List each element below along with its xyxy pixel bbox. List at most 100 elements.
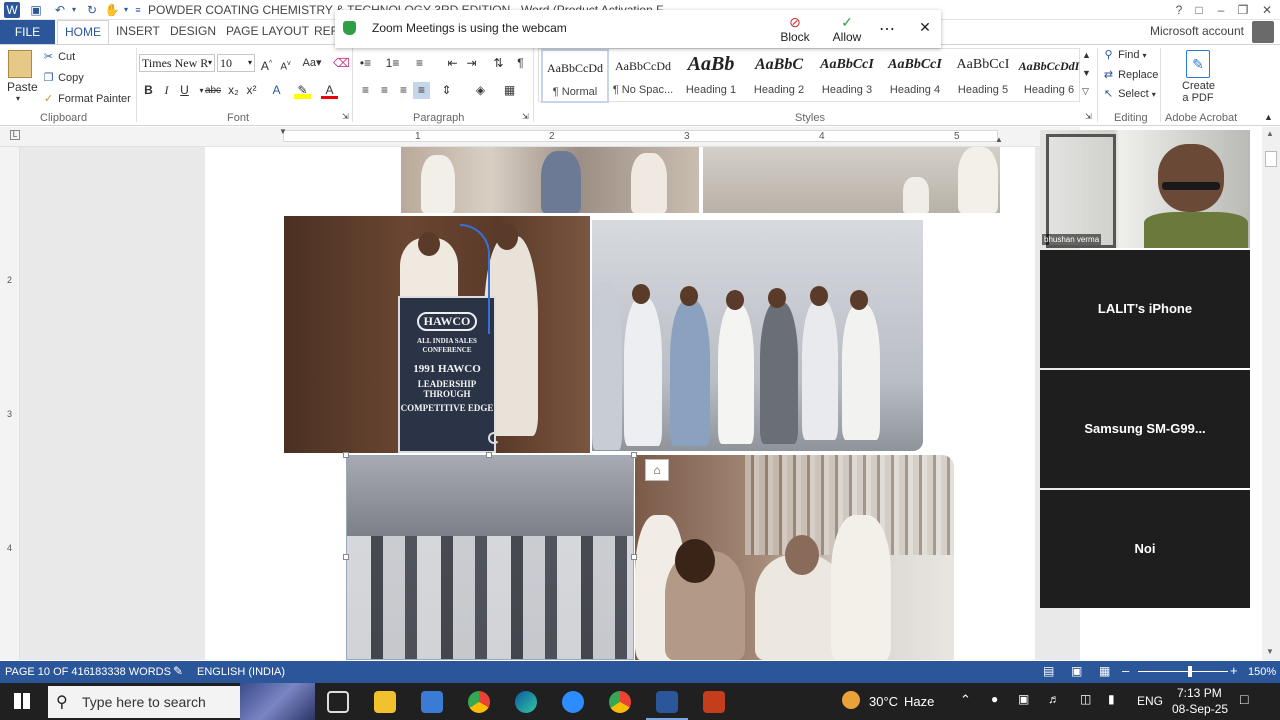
style-heading-4[interactable]: AaBbCcI Heading 4 xyxy=(881,49,949,103)
font-color-icon[interactable]: A xyxy=(321,82,338,99)
tab-selector-icon[interactable]: L xyxy=(10,130,20,140)
paste-button[interactable]: Paste xyxy=(7,80,38,94)
grow-font-icon[interactable]: A^ xyxy=(258,55,275,73)
style-heading-1[interactable]: AaBb Heading 1 xyxy=(677,49,745,103)
chrome-icon[interactable] xyxy=(609,691,631,713)
account-name[interactable]: Microsoft account xyxy=(1150,24,1244,38)
bullets-icon[interactable]: •≡ xyxy=(357,55,374,72)
scroll-down-icon[interactable]: ▼ xyxy=(1266,647,1274,656)
chevron-down-icon[interactable]: ▾ xyxy=(248,55,252,71)
align-center-icon[interactable]: ≡ xyxy=(376,82,393,99)
style-heading-5[interactable]: AaBbCcI Heading 5 xyxy=(949,49,1017,103)
page-count[interactable]: PAGE 10 OF 416 xyxy=(5,666,90,678)
tab-insert[interactable]: INSERT xyxy=(116,24,160,38)
highlight-icon[interactable]: ✎ xyxy=(294,82,311,99)
shading-icon[interactable]: ◈ xyxy=(472,82,489,99)
style-heading-3[interactable]: AaBbCcI Heading 3 xyxy=(813,49,881,103)
collapse-ribbon-icon[interactable]: ▲ xyxy=(1264,112,1273,122)
change-case-icon[interactable]: Aa▾ xyxy=(300,55,324,72)
select-button[interactable]: ↖ Select ▾ xyxy=(1102,87,1156,100)
styles-scroll-up-icon[interactable]: ▲ xyxy=(1082,50,1091,60)
increase-indent-icon[interactable]: ⇥ xyxy=(463,55,480,72)
photo-outdoor-top-right[interactable] xyxy=(703,147,1000,213)
zoom-slider[interactable] xyxy=(1138,666,1228,677)
search-highlight-image[interactable] xyxy=(240,683,315,720)
weather-condition[interactable]: Haze xyxy=(904,694,934,709)
photo-audience-left[interactable] xyxy=(346,455,634,660)
strikethrough-button[interactable]: abc xyxy=(203,82,223,99)
text-effects-icon[interactable]: A xyxy=(268,82,285,99)
line-spacing-icon[interactable]: ⇕ xyxy=(438,82,455,99)
restore-button[interactable]: ❐ xyxy=(1232,0,1254,20)
word-app-icon[interactable] xyxy=(656,691,678,713)
font-dialog-launcher-icon[interactable]: ⇲ xyxy=(342,112,349,121)
clock-date[interactable]: 08-Sep-25 xyxy=(1172,702,1228,716)
block-button[interactable]: ⊘ Block xyxy=(771,14,819,44)
layout-options-icon[interactable]: ⌂ xyxy=(645,459,669,481)
style-heading-2[interactable]: AaBbC Heading 2 xyxy=(745,49,813,103)
zoom-level[interactable]: 150% xyxy=(1248,666,1276,678)
edge-icon[interactable] xyxy=(515,691,537,713)
zoom-in-icon[interactable]: + xyxy=(1230,663,1238,678)
minimize-button[interactable]: – xyxy=(1210,0,1232,20)
format-painter-button[interactable]: ✓ Format Painter xyxy=(42,92,131,105)
font-size-combo[interactable]: 10 ▾ xyxy=(217,54,255,72)
selection-handle[interactable] xyxy=(486,452,492,458)
photo-meeting-top-left[interactable] xyxy=(401,147,699,213)
document-area[interactable]: HAWCO ALL INDIA SALES CONFERENCE 1991 HA… xyxy=(20,147,1080,660)
scroll-up-icon[interactable]: ▲ xyxy=(1266,129,1274,138)
print-layout-icon[interactable]: ▣ xyxy=(1071,664,1082,678)
battery-icon[interactable]: ▮ xyxy=(1108,692,1115,706)
tab-design[interactable]: DESIGN xyxy=(170,24,216,38)
vertical-scrollbar[interactable]: ▲ ▼ xyxy=(1262,127,1280,660)
allow-button[interactable]: ✓ Allow xyxy=(823,14,871,44)
powerpoint-app-icon[interactable] xyxy=(703,691,725,713)
font-family-combo[interactable]: Times New R ▾ xyxy=(139,54,215,72)
style-no-spacing[interactable]: AaBbCcDd ¶ No Spac... xyxy=(609,49,677,103)
bold-button[interactable]: B xyxy=(140,82,157,99)
paste-icon[interactable] xyxy=(8,50,32,78)
find-button[interactable]: ⚲ Find ▾ xyxy=(1102,48,1146,61)
zoom-app-icon[interactable] xyxy=(562,691,584,713)
right-indent-marker-icon[interactable]: ▲ xyxy=(995,135,1003,144)
windows-start-icon[interactable] xyxy=(14,693,30,709)
sort-icon[interactable]: ⇅ xyxy=(490,55,507,72)
web-layout-icon[interactable]: ▦ xyxy=(1099,664,1110,678)
microphone-icon[interactable]: ● xyxy=(991,692,998,706)
cut-button[interactable]: ✂ Cut xyxy=(42,50,75,63)
help-icon[interactable]: ? xyxy=(1168,0,1190,20)
file-explorer-icon[interactable] xyxy=(374,691,396,713)
ribbon-display-icon[interactable]: □ xyxy=(1188,0,1210,20)
paste-dropdown-icon[interactable]: ▾ xyxy=(16,94,20,103)
superscript-button[interactable]: x² xyxy=(243,82,260,99)
undo-dropdown-icon[interactable]: ▾ xyxy=(66,2,82,18)
selection-handle[interactable] xyxy=(631,554,637,560)
styles-scroll-down-icon[interactable]: ▼ xyxy=(1082,68,1091,78)
paragraph-dialog-launcher-icon[interactable]: ⇲ xyxy=(522,112,529,121)
indent-marker-icon[interactable]: ▼ xyxy=(279,127,287,136)
shrink-font-icon[interactable]: Av xyxy=(277,55,294,72)
close-button[interactable]: ✕ xyxy=(1256,0,1278,20)
participant-tile[interactable]: Noi xyxy=(1040,490,1250,608)
styles-more-icon[interactable]: ▽ xyxy=(1082,86,1089,97)
photo-audience-library[interactable]: ⌂ xyxy=(635,455,954,660)
subscript-button[interactable]: x₂ xyxy=(225,82,242,99)
language-status[interactable]: ENGLISH (INDIA) xyxy=(197,666,285,678)
customize-qat-icon[interactable]: ≡ xyxy=(130,2,146,18)
read-mode-icon[interactable]: ▤ xyxy=(1043,664,1054,678)
more-options-icon[interactable]: ⋯ xyxy=(875,19,899,49)
show-paragraph-marks-icon[interactable]: ¶ xyxy=(512,55,529,72)
selection-handle[interactable] xyxy=(343,452,349,458)
avatar[interactable] xyxy=(1252,21,1274,43)
tab-file[interactable]: FILE xyxy=(0,20,55,44)
photo-podium-conference[interactable]: HAWCO ALL INDIA SALES CONFERENCE 1991 HA… xyxy=(284,216,590,453)
clear-formatting-icon[interactable]: ⌫ xyxy=(333,55,350,72)
taskbar-search[interactable]: ⚲ Type here to search xyxy=(48,686,240,718)
style-normal[interactable]: AaBbCcDd ¶ Normal xyxy=(541,49,609,103)
word-count[interactable]: 183338 WORDS xyxy=(89,666,171,678)
document-page[interactable]: HAWCO ALL INDIA SALES CONFERENCE 1991 HA… xyxy=(205,147,1035,660)
selection-handle[interactable] xyxy=(631,452,637,458)
participant-tile[interactable]: Samsung SM-G99... xyxy=(1040,370,1250,488)
clock-time[interactable]: 7:13 PM xyxy=(1177,686,1222,700)
decrease-indent-icon[interactable]: ⇤ xyxy=(444,55,461,72)
